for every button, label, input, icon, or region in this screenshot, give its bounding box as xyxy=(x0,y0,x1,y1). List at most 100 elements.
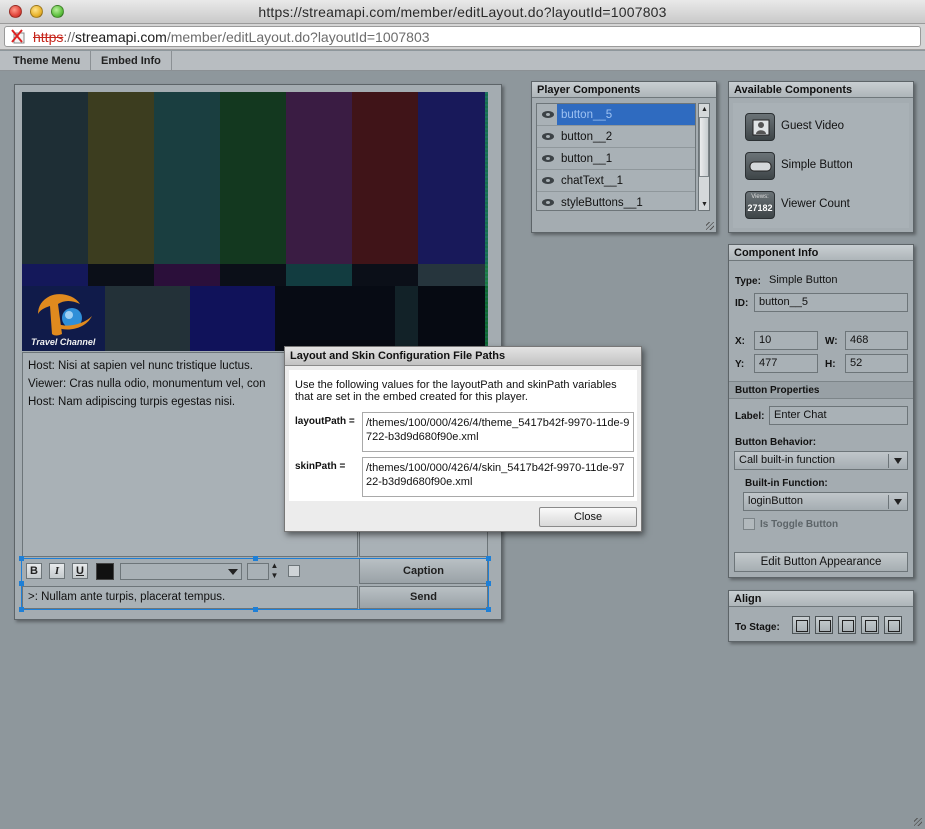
align-bottom-icon[interactable] xyxy=(861,616,879,634)
toggle-button-checkbox[interactable] xyxy=(743,518,755,530)
menu-embed-info[interactable]: Embed Info xyxy=(91,51,172,71)
close-button[interactable]: Close xyxy=(539,507,637,527)
window-resize-grip-icon[interactable] xyxy=(914,818,922,826)
visibility-eye-icon[interactable] xyxy=(542,155,554,162)
list-item-label: chatText__1 xyxy=(561,175,624,187)
button-properties-header: Button Properties xyxy=(729,381,913,399)
panel-title: Available Components xyxy=(729,82,913,98)
dialog-body: Use the following values for the layoutP… xyxy=(289,370,637,501)
resize-grip-icon[interactable] xyxy=(706,222,714,230)
simple-button-icon xyxy=(745,152,775,180)
list-item-label: button__5 xyxy=(557,104,695,125)
resize-handle[interactable] xyxy=(19,556,24,561)
y-label: Y: xyxy=(735,359,745,370)
edit-button-appearance-button[interactable]: Edit Button Appearance xyxy=(734,552,908,572)
color-bar xyxy=(220,264,286,286)
behavior-label: Button Behavior: xyxy=(735,437,817,448)
align-middle-icon[interactable] xyxy=(884,616,902,634)
component-label: Simple Button xyxy=(781,159,853,171)
scroll-thumb[interactable] xyxy=(699,117,709,177)
visibility-eye-icon[interactable] xyxy=(542,177,554,184)
list-item-label: button__2 xyxy=(561,131,613,143)
y-field[interactable]: 477 xyxy=(754,354,818,373)
scroll-down-icon[interactable]: ▼ xyxy=(700,200,709,209)
label-label: Label: xyxy=(735,411,765,422)
behavior-select[interactable]: Call built-in function xyxy=(734,451,908,470)
url-text: https://streamapi.com/member/editLayout.… xyxy=(33,29,430,45)
resize-handle[interactable] xyxy=(19,607,24,612)
list-item[interactable]: button__2 xyxy=(537,126,695,148)
viewer-count-icon-caption: Views: xyxy=(751,194,769,200)
list-item[interactable]: button__5 xyxy=(537,104,695,126)
chevron-down-icon xyxy=(894,499,902,505)
skin-path-field[interactable]: /themes/100/000/426/4/skin_5417b42f-9970… xyxy=(362,457,634,497)
menu-theme[interactable]: Theme Menu xyxy=(3,51,92,71)
video-edge xyxy=(485,92,488,351)
h-label: H: xyxy=(825,359,836,370)
builtin-function-label: Built-in Function: xyxy=(745,478,828,489)
align-left-icon[interactable] xyxy=(792,616,810,634)
resize-handle[interactable] xyxy=(253,556,258,561)
color-bar xyxy=(88,264,154,286)
type-value: Simple Button xyxy=(769,274,838,286)
resize-handle[interactable] xyxy=(253,607,258,612)
toggle-button-label: Is Toggle Button xyxy=(760,519,839,530)
address-bar[interactable]: https://streamapi.com/member/editLayout.… xyxy=(4,26,921,47)
color-bar xyxy=(418,286,488,351)
selection-outline[interactable] xyxy=(21,558,489,610)
w-field[interactable]: 468 xyxy=(845,331,908,350)
url-domain: streamapi.com xyxy=(75,29,167,45)
builtin-function-select[interactable]: loginButton xyxy=(743,492,908,511)
visibility-eye-icon[interactable] xyxy=(542,199,554,206)
align-top-icon[interactable] xyxy=(838,616,856,634)
available-components-body: Guest Video Simple Button Views: 27182 V… xyxy=(733,103,909,228)
color-bar xyxy=(418,92,488,264)
x-field[interactable]: 10 xyxy=(754,331,818,350)
insecure-connection-icon xyxy=(11,29,25,44)
player-components-body: button__5 button__2 button__1 chatText__… xyxy=(532,99,716,232)
type-label: Type: xyxy=(735,276,761,287)
color-bar xyxy=(418,264,488,286)
app-menu-bar: Theme Menu Embed Info xyxy=(0,51,925,71)
panel-title: Component Info xyxy=(729,245,913,261)
dialog-title: Layout and Skin Configuration File Paths xyxy=(285,347,641,366)
color-bar xyxy=(352,264,418,286)
panel-title: Align xyxy=(729,591,913,607)
color-bar xyxy=(105,286,190,351)
list-item[interactable]: button__1 xyxy=(537,148,695,170)
to-stage-label: To Stage: xyxy=(735,622,780,633)
color-bar xyxy=(395,286,418,351)
layout-path-field[interactable]: /themes/100/000/426/4/theme_5417b42f-997… xyxy=(362,412,634,452)
align-center-icon[interactable] xyxy=(815,616,833,634)
color-bar xyxy=(286,264,352,286)
component-list: button__5 button__2 button__1 chatText__… xyxy=(536,103,696,211)
color-bar xyxy=(88,92,154,264)
guest-video-icon xyxy=(745,113,775,141)
guest-video[interactable]: Travel Channel xyxy=(22,92,488,351)
visibility-eye-icon[interactable] xyxy=(542,111,554,118)
select-divider xyxy=(888,495,889,509)
scroll-up-icon[interactable]: ▲ xyxy=(700,105,709,114)
list-scrollbar[interactable]: ▲ ▼ xyxy=(698,103,710,211)
h-field[interactable]: 52 xyxy=(845,354,908,373)
align-panel: Align To Stage: xyxy=(728,590,914,642)
list-item[interactable]: chatText__1 xyxy=(537,170,695,192)
resize-handle[interactable] xyxy=(486,607,491,612)
label-field[interactable]: Enter Chat xyxy=(769,406,908,425)
url-separator: :// xyxy=(63,29,76,45)
color-bar xyxy=(220,92,286,264)
list-item-label: styleButtons__1 xyxy=(561,197,643,209)
w-label: W: xyxy=(825,336,838,347)
visibility-eye-icon[interactable] xyxy=(542,133,554,140)
url-scheme: https xyxy=(33,29,64,45)
dialog-description: Use the following values for the layoutP… xyxy=(295,379,617,403)
list-item[interactable]: styleButtons__1 xyxy=(537,192,695,210)
resize-handle[interactable] xyxy=(486,556,491,561)
resize-handle[interactable] xyxy=(19,581,24,586)
url-path: /member/editLayout.do?layoutId=1007803 xyxy=(166,29,430,45)
id-field[interactable]: button__5 xyxy=(754,293,908,312)
window-titlebar: https://streamapi.com/member/editLayout.… xyxy=(0,0,925,24)
color-bar xyxy=(275,286,395,351)
resize-handle[interactable] xyxy=(486,581,491,586)
color-bar xyxy=(286,92,352,264)
